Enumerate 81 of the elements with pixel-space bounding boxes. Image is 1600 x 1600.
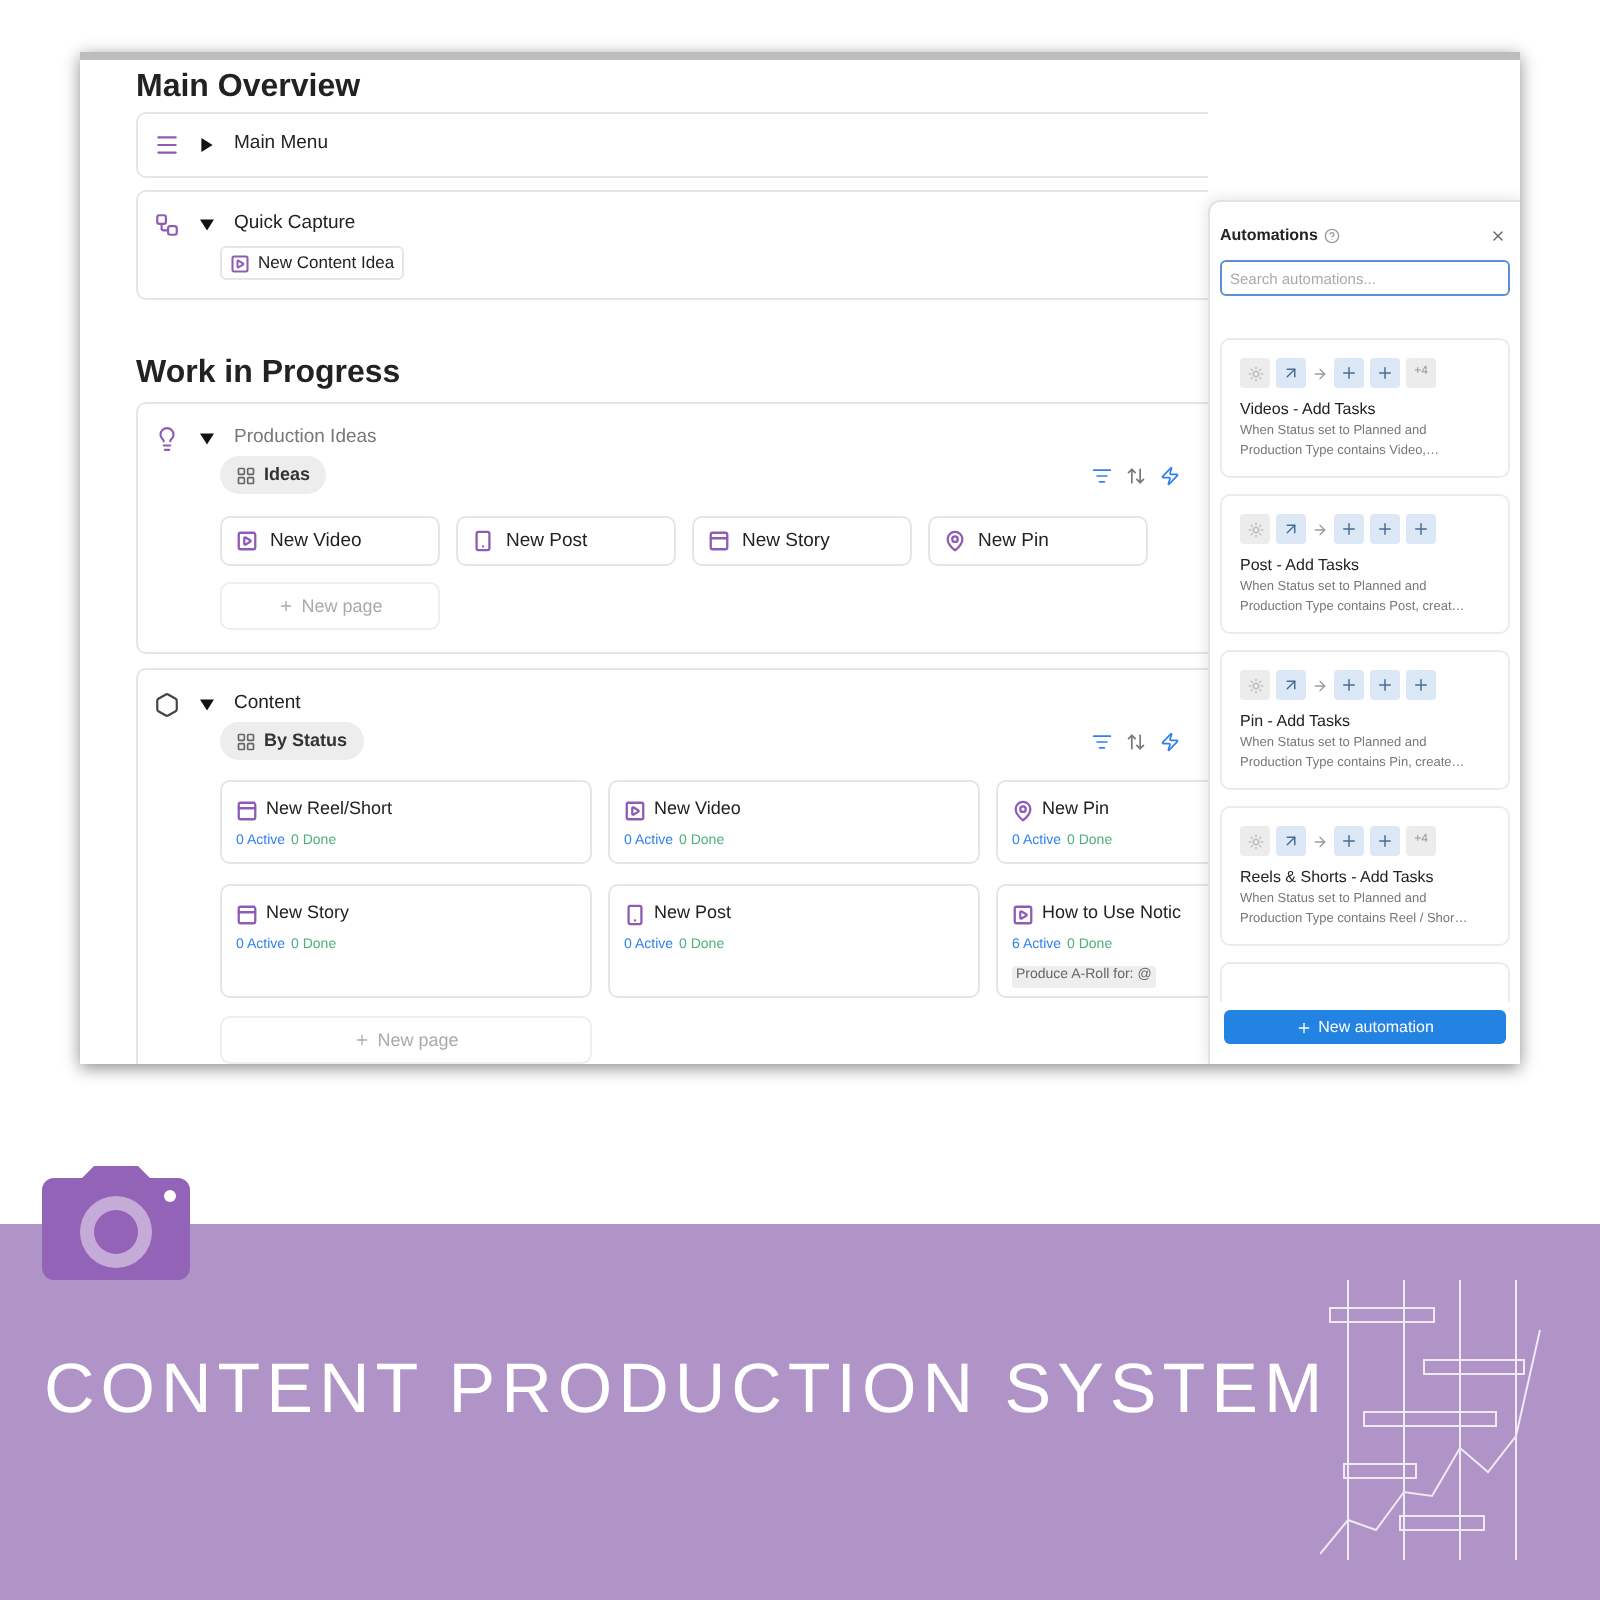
new-automation-button[interactable]: New automation [1224,1010,1506,1044]
help-icon[interactable] [1323,228,1340,244]
grid-icon [236,731,256,752]
card-title: New Reel/Short [266,796,393,823]
card-title: How to Use Notic [1042,900,1182,927]
grid-icon [236,465,256,486]
banner-title: CONTENT PRODUCTION SYSTEM [44,1353,1329,1423]
idea-card[interactable]: New Pin [928,516,1148,567]
route-icon [154,211,180,238]
menu-icon [154,132,180,158]
arrow-right-icon [1312,677,1328,693]
plus-icon [1334,514,1364,544]
idea-card[interactable]: New Story [692,516,912,567]
idea-card[interactable]: New Video [220,516,440,567]
card-title: New Post [654,900,732,927]
layout-icon [236,799,258,821]
caret-icon[interactable] [200,431,214,446]
plus-icon [1334,358,1364,388]
lightning-icon[interactable] [1160,465,1180,486]
idea-card[interactable]: New Post [456,516,676,567]
arrow-up-right-icon [1276,358,1306,388]
caret-icon[interactable] [200,697,214,712]
phone-icon [624,903,646,925]
plus-icon [1334,670,1364,700]
camera-icon [42,1166,190,1280]
video-icon [236,530,258,553]
trigger-icon [1240,670,1270,700]
plus-icon [277,598,294,615]
arrow-right-icon [1312,365,1328,381]
card-title: New Pin [1042,796,1110,823]
block-title[interactable]: Quick Capture [234,210,356,239]
plus-icon [1370,670,1400,700]
pin-icon [944,530,966,553]
hexagon-icon [154,691,180,718]
trigger-icon [1240,358,1270,388]
view-tab[interactable]: By Status [220,722,364,761]
sort-icon[interactable] [1126,465,1146,486]
arrow-right-icon [1312,521,1328,537]
block-title[interactable]: Production Ideas [234,424,377,453]
plus-icon [353,1032,370,1049]
trigger-icon [1240,514,1270,544]
plus-icon [1370,826,1400,856]
trigger-icon [1240,826,1270,856]
lightning-icon[interactable] [1160,731,1180,752]
layout-icon [236,903,258,925]
section-heading: Work in Progress [136,354,403,394]
close-icon[interactable] [1490,228,1506,244]
card-title: New Video [654,796,741,823]
plus-icon [1296,1019,1313,1035]
caret-icon[interactable] [200,217,214,232]
pin-icon [1012,799,1034,821]
filter-icon[interactable] [1092,465,1112,486]
block-title[interactable]: Content [234,690,301,719]
video-icon [230,253,250,274]
section-heading: Main Overview [136,68,363,108]
lightbulb-icon [154,425,180,452]
video-icon [624,799,646,821]
video-icon [1012,903,1034,925]
automation-title: Reels & Shorts - Add Tasks [1240,866,1436,890]
sort-icon[interactable] [1126,731,1146,752]
block-title[interactable]: Main Menu [234,130,328,160]
arrow-up-right-icon [1276,670,1306,700]
caret-icon[interactable] [200,138,214,152]
layout-icon [708,530,730,553]
plus-icon [1370,358,1400,388]
arrow-up-right-icon [1276,826,1306,856]
arrow-up-right-icon [1276,514,1306,544]
automation-title: Pin - Add Tasks [1240,710,1352,734]
automation-title: Post - Add Tasks [1240,554,1361,578]
plus-icon [1406,670,1436,700]
card-title: New Story [266,900,350,927]
phone-icon [472,530,494,553]
plus-icon [1370,514,1400,544]
automation-title: Videos - Add Tasks [1240,398,1378,422]
plus-icon [1406,514,1436,544]
new-content-idea-button[interactable]: New Content Idea [220,246,405,281]
view-tab[interactable]: Ideas [220,456,327,495]
plus-icon [1334,826,1364,856]
filter-icon[interactable] [1092,731,1112,752]
arrow-right-icon [1312,833,1328,849]
panel-title: Automations [1220,224,1318,248]
